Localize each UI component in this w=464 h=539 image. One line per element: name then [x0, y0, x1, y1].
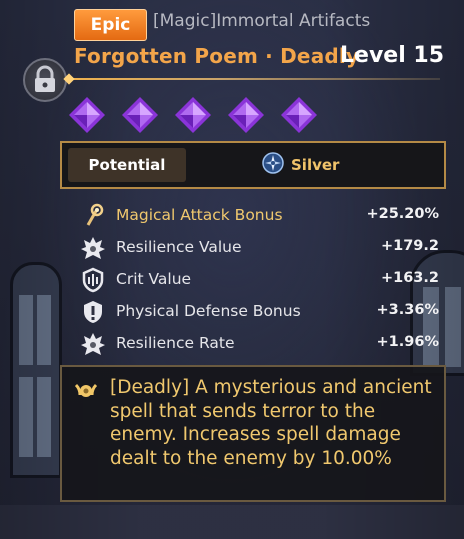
- spiky-crest-icon: [80, 235, 106, 261]
- item-category: [Magic]Immortal Artifacts: [153, 11, 371, 31]
- tab-potential[interactable]: Potential: [68, 148, 186, 182]
- item-name: Forgotten Poem · Deadly: [74, 44, 360, 68]
- purple-gem-icon: [280, 96, 318, 134]
- purple-gem-icon: [174, 96, 212, 134]
- lock-icon[interactable]: [23, 58, 67, 102]
- title-divider: [63, 73, 440, 85]
- purple-gem-icon: [68, 96, 106, 134]
- purple-gem-icon: [227, 96, 265, 134]
- magic-staff-icon: [80, 203, 106, 229]
- stat-label: Crit Value: [116, 270, 192, 288]
- effect-description-box: [Deadly] A mysterious and ancient spell …: [60, 365, 446, 502]
- stat-value: +1.96%: [376, 334, 439, 350]
- stat-value: +25.20%: [366, 206, 439, 222]
- star-gems: [68, 96, 318, 136]
- rarity-badge: Epic: [74, 9, 147, 41]
- stat-value: +179.2: [380, 238, 439, 254]
- stat-row: Crit Value +163.2: [80, 265, 444, 295]
- stat-label: Physical Defense Bonus: [116, 302, 301, 320]
- stat-value: +163.2: [380, 270, 439, 286]
- silver-compass-icon: [262, 152, 284, 178]
- purple-gem-icon: [121, 96, 159, 134]
- tab-silver[interactable]: Silver: [262, 148, 339, 182]
- stat-row: Magical Attack Bonus +25.20%: [80, 201, 444, 231]
- crit-shield-icon: [80, 267, 106, 293]
- tab-silver-label: Silver: [291, 156, 340, 174]
- item-level: Level 15: [340, 43, 445, 68]
- attribute-tabs: Potential Silver: [60, 141, 446, 189]
- stat-value: +3.36%: [376, 302, 439, 318]
- stat-row: Resilience Value +179.2: [80, 233, 444, 263]
- spiky-crest-icon: [80, 331, 106, 357]
- stat-row: Resilience Rate +1.96%: [80, 329, 444, 359]
- effect-description: [Deadly] A mysterious and ancient spell …: [110, 377, 432, 469]
- stat-label: Resilience Value: [116, 238, 242, 256]
- stat-label: Magical Attack Bonus: [116, 206, 283, 224]
- stat-row: Physical Defense Bonus +3.36%: [80, 297, 444, 327]
- effect-emblem-icon: [74, 379, 98, 403]
- defense-shield-icon: [80, 299, 106, 325]
- stat-label: Resilience Rate: [116, 334, 235, 352]
